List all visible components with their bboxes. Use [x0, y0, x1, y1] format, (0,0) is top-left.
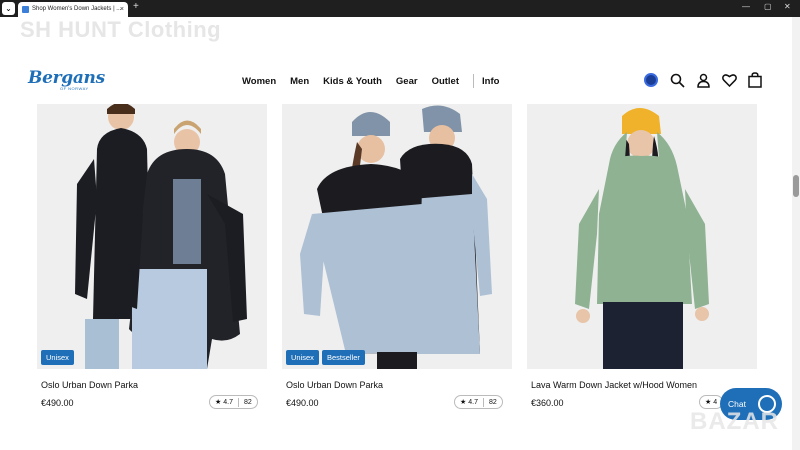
page-scrollbar[interactable]	[792, 17, 800, 450]
review-count: 82	[488, 398, 497, 406]
browser-menu-icon[interactable]: ⌄	[2, 2, 15, 15]
nav-men[interactable]: Men	[290, 76, 309, 87]
nav-gear[interactable]: Gear	[396, 76, 418, 87]
product-name[interactable]: Lava Warm Down Jacket w/Hood Women	[531, 380, 697, 390]
product-image[interactable]: Unisex Bestseller	[282, 104, 512, 369]
product-rating: ★ 4.7 82	[454, 395, 503, 409]
badge-unisex: Unisex	[286, 350, 319, 365]
star-icon: ★	[460, 399, 469, 406]
main-nav: Women Men Kids & Youth Gear Outlet Info	[242, 74, 513, 88]
wishlist-heart-icon[interactable]	[721, 72, 737, 88]
scrollbar-thumb[interactable]	[793, 175, 799, 197]
rating-divider	[482, 397, 484, 407]
nav-women[interactable]: Women	[242, 76, 276, 87]
rating-value: 4	[713, 398, 718, 406]
logo-subtitle: OF NORWAY	[60, 86, 89, 91]
rating-divider	[237, 397, 239, 407]
review-count: 82	[243, 398, 252, 406]
product-price: €490.00	[41, 398, 74, 408]
site-logo[interactable]: Bergans	[28, 68, 105, 88]
shopping-bag-icon[interactable]	[747, 72, 763, 88]
close-window-button[interactable]: ✕	[784, 2, 791, 11]
minimize-button[interactable]: —	[742, 2, 750, 11]
region-globe-icon[interactable]	[643, 72, 659, 88]
rating-value: 4.7	[223, 398, 233, 406]
product-badges: Unisex Bestseller	[286, 350, 368, 365]
tab-close-icon[interactable]: ×	[120, 2, 124, 17]
product-name[interactable]: Oslo Urban Down Parka	[41, 380, 138, 390]
star-icon: ★	[215, 399, 224, 406]
product-card[interactable]: Unisex Bestseller Oslo Urban Down Parka …	[282, 104, 512, 409]
product-rating: ★ 4.7 82	[209, 395, 258, 409]
favicon-icon	[22, 6, 29, 13]
header-icons	[643, 72, 773, 88]
product-badges: Unisex	[41, 350, 77, 365]
product-card[interactable]: Unisex Oslo Urban Down Parka €490.00 ★ 4…	[37, 104, 267, 409]
product-image[interactable]	[527, 104, 757, 369]
nav-outlet[interactable]: Outlet	[432, 76, 459, 87]
product-price: €490.00	[286, 398, 319, 408]
nav-divider	[473, 74, 475, 88]
watermark-text: SH HUNT Clothing	[20, 17, 222, 42]
nav-kids-youth[interactable]: Kids & Youth	[323, 76, 382, 87]
product-name[interactable]: Oslo Urban Down Parka	[286, 380, 383, 390]
nav-info[interactable]: Info	[482, 76, 499, 87]
bottom-watermark: BAZAR	[690, 408, 779, 435]
maximize-button[interactable]: ▢	[764, 2, 772, 11]
star-icon: ★	[705, 399, 714, 406]
badge-unisex: Unisex	[41, 350, 74, 365]
product-price: €360.00	[531, 398, 564, 408]
product-card[interactable]: Lava Warm Down Jacket w/Hood Women €360.…	[527, 104, 757, 409]
browser-tab[interactable]: Shop Women's Down Jackets | ... ×	[18, 2, 128, 17]
new-tab-button[interactable]: +	[133, 1, 139, 12]
badge-bestseller: Bestseller	[321, 350, 365, 365]
tab-title: Shop Women's Down Jackets | ...	[32, 6, 122, 12]
search-icon[interactable]	[669, 72, 685, 88]
rating-value: 4.7	[468, 398, 478, 406]
product-image[interactable]: Unisex	[37, 104, 267, 369]
browser-titlebar: ⌄ Shop Women's Down Jackets | ... × + — …	[0, 0, 800, 17]
account-icon[interactable]	[695, 72, 711, 88]
